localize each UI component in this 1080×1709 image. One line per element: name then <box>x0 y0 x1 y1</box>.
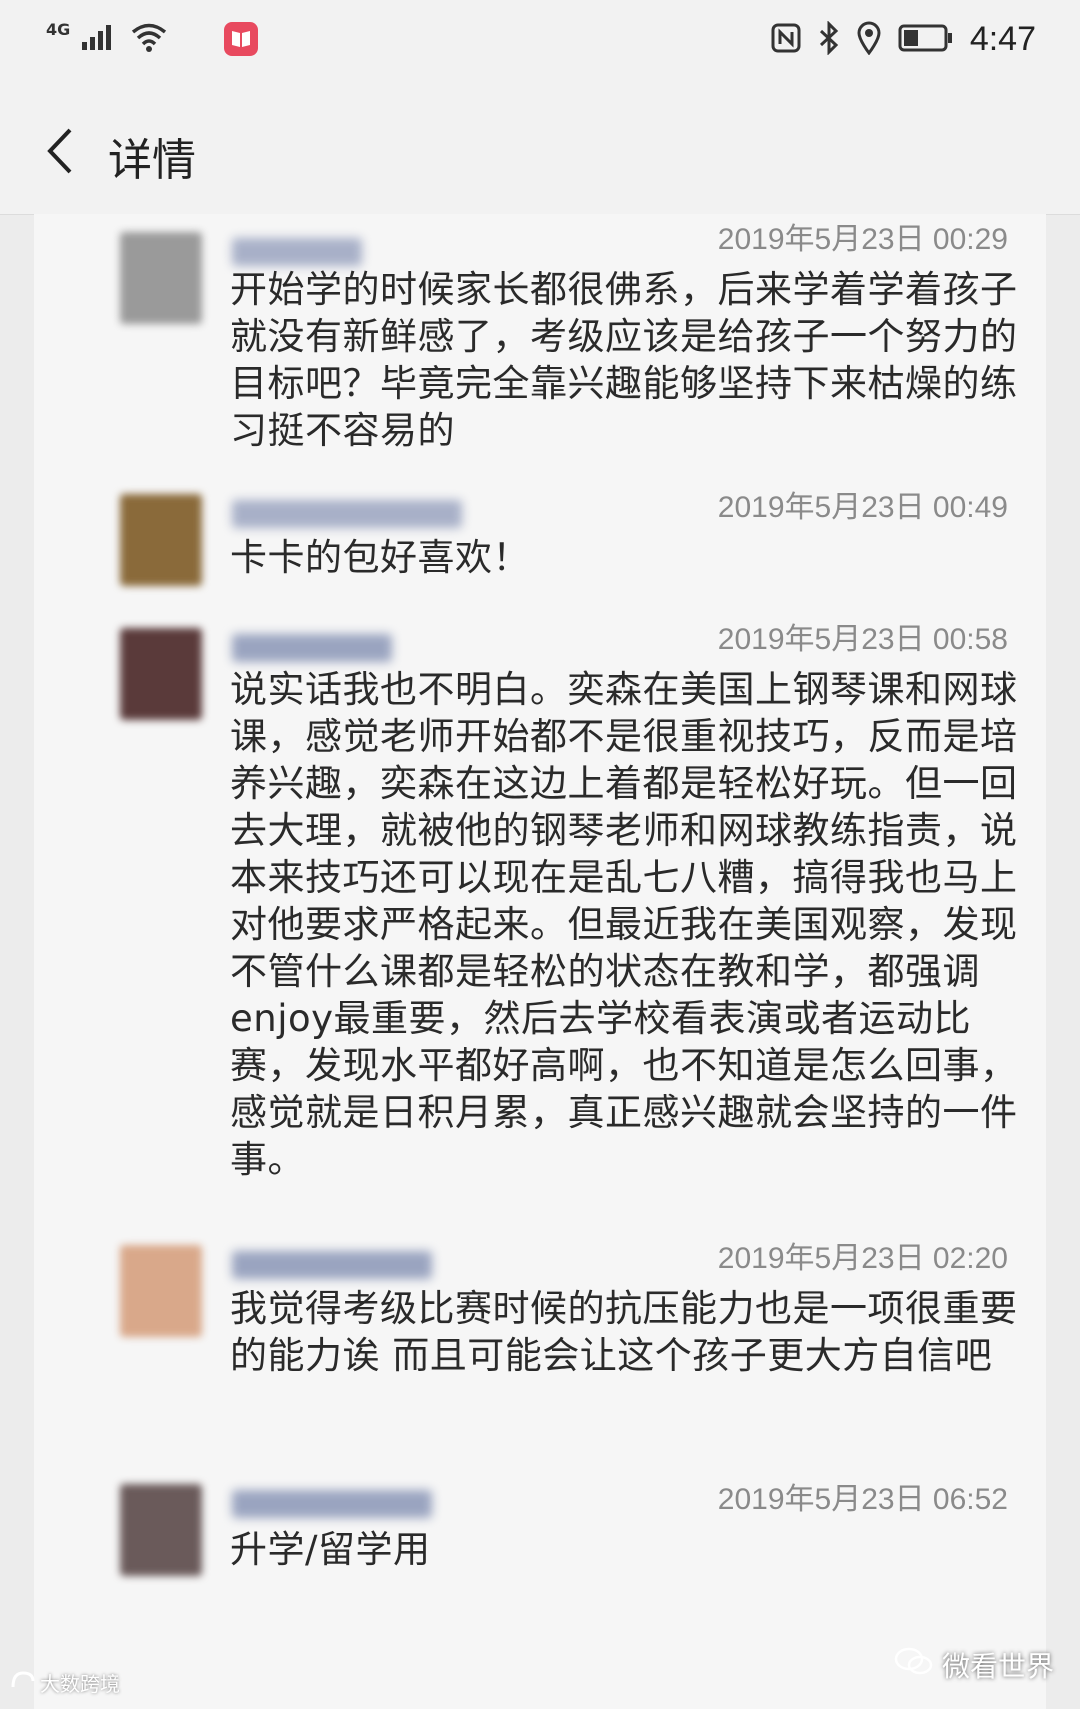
status-right: 4:47 <box>770 19 1036 59</box>
comment-text: 说实话我也不明白。奕森在美国上钢琴课和网球课，感觉老师开始都不是很重视技巧，反而… <box>230 668 1018 1181</box>
battery-icon <box>898 23 954 57</box>
wechat-icon <box>894 1646 934 1685</box>
comment-text: 开始学的时候家长都很佛系，后来学着学着孩子就没有新鲜感了，考级应该是给孩子一个努… <box>230 268 1018 452</box>
watermark-right: 微看世界 <box>894 1645 1054 1685</box>
comment-timestamp: 2019年5月23日 00:58 <box>717 623 1008 656</box>
status-left: 4G <box>46 19 259 56</box>
reader-app-icon <box>224 22 259 56</box>
back-arrow-icon[interactable] <box>34 118 84 184</box>
avatar[interactable] <box>120 628 202 720</box>
comment-timestamp: 2019年5月23日 06:52 <box>717 1483 1008 1516</box>
avatar[interactable] <box>120 232 202 324</box>
avatar[interactable] <box>120 1245 202 1337</box>
avatar[interactable] <box>120 1484 202 1576</box>
comment-timestamp: 2019年5月23日 02:20 <box>717 1242 1008 1275</box>
network-label: 4G <box>46 19 71 39</box>
status-time: 4:47 <box>969 20 1036 58</box>
comment-timestamp: 2019年5月23日 00:29 <box>717 223 1008 256</box>
comment-list[interactable]: 2019年5月23日 00:29 开始学的时候家长都很佛系，后来学着学着孩子就没… <box>34 214 1046 1709</box>
comment-text: 我觉得考级比赛时候的抗压能力也是一项很重要的能力诶 而且可能会让这个孩子更大方自… <box>230 1287 1018 1377</box>
location-icon <box>856 21 882 59</box>
avatar[interactable] <box>120 494 202 586</box>
username-blurred[interactable] <box>232 1251 432 1279</box>
comment-text: 卡卡的包好喜欢！ <box>230 536 530 579</box>
username-blurred[interactable] <box>232 238 362 266</box>
watermark-logo-icon <box>10 1669 36 1696</box>
username-blurred[interactable] <box>232 1490 432 1518</box>
nav-bar: 详情 <box>0 88 1080 215</box>
comment-timestamp: 2019年5月23日 00:49 <box>717 491 1008 524</box>
bluetooth-icon <box>818 19 840 59</box>
nfc-icon <box>770 22 802 58</box>
wifi-icon <box>130 22 168 56</box>
status-bar: 4G 4:47 <box>0 0 1080 88</box>
comment-text: 升学/留学用 <box>230 1528 431 1571</box>
page-title: 详情 <box>108 135 196 186</box>
watermark-left: 大数跨境 <box>10 1668 120 1697</box>
signal-icon <box>80 22 120 56</box>
username-blurred[interactable] <box>232 500 462 528</box>
username-blurred[interactable] <box>232 634 392 662</box>
watermark-left-text: 大数跨境 <box>40 1672 120 1696</box>
watermark-right-text: 微看世界 <box>941 1650 1054 1683</box>
